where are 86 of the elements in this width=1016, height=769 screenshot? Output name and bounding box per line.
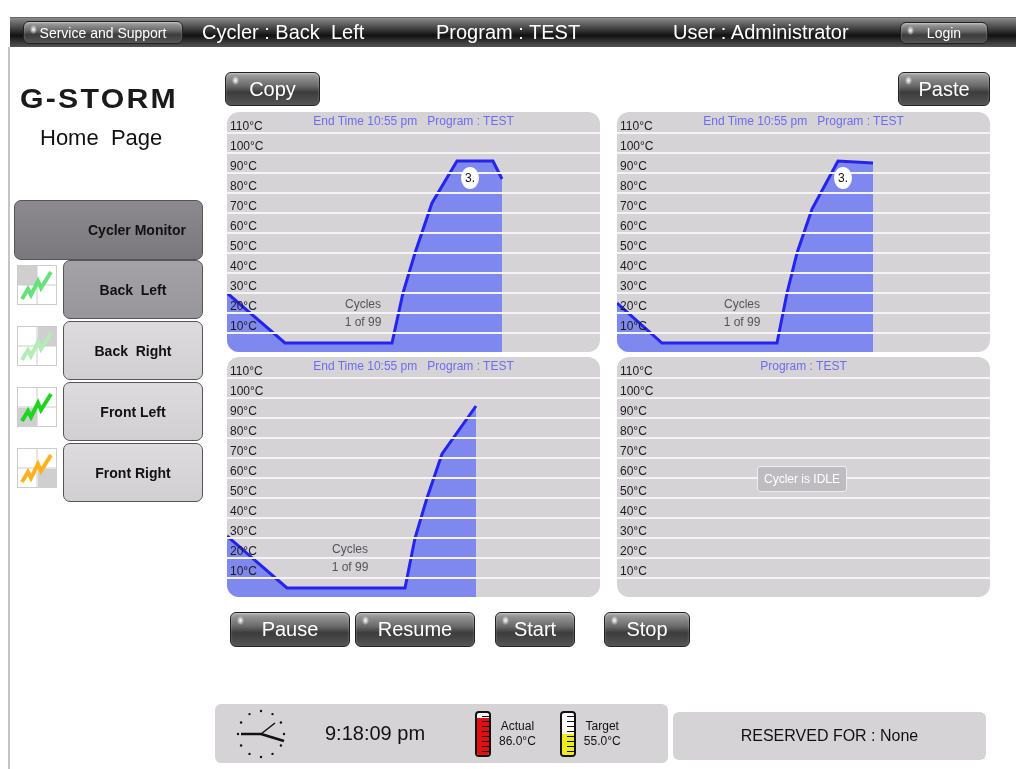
axis-label: 100°C [230,384,264,398]
axis-label: 60°C [620,219,647,233]
axis-label: 10°C [230,564,257,578]
thermometer-label: Actual [500,718,535,734]
thermometer-scale [482,715,489,755]
axis-label: 70°C [230,199,257,213]
axis-label: 20°C [620,299,647,313]
cycles-label: Cycles [332,542,368,556]
axis-label: 50°C [620,484,647,498]
axis-label: 80°C [230,179,257,193]
temperature-reading: 55.0°C [583,733,621,749]
paste-button[interactable]: Paste [898,72,990,106]
control-button[interactable]: Start [495,612,575,647]
cycler-button[interactable]: Front Right [63,443,203,502]
axis-label: 30°C [230,279,257,293]
chart-title: End Time 10:55 pm Program : TEST [313,114,514,128]
axis-label: 20°C [230,299,257,313]
cycler-monitor-button[interactable]: Cycler Monitor [14,200,203,260]
axis-label: 80°C [620,179,647,193]
axis-label: 90°C [230,159,257,173]
axis-label: 90°C [620,404,647,418]
clock-icon [235,707,287,760]
axis-label: 110°C [620,119,653,133]
status-badge: Cycler is IDLE [757,466,847,492]
axis-label: 60°C [620,464,647,478]
logo: G-STORM [20,83,178,115]
axis-label: 40°C [620,259,647,273]
axis-label: 60°C [230,219,257,233]
axis-label: 50°C [620,239,647,253]
cycles-label: Cycles [724,297,760,311]
axis-label: 40°C [620,504,647,518]
cycles-count: 1 of 99 [331,560,369,574]
axis-label: 70°C [230,444,257,458]
control-button[interactable]: Resume [355,612,475,647]
trace-chart-icon [17,387,57,427]
axis-label: 30°C [620,279,647,293]
axis-label: 110°C [230,119,263,133]
login-button[interactable]: Login [900,21,988,44]
axis-label: 30°C [620,524,647,538]
thermometer-scale [566,715,574,755]
copy-button[interactable]: Copy [225,72,320,106]
program-label: Program : TEST [436,21,582,44]
axis-label: 80°C [620,424,647,438]
cycler-label: Cycler : Back Left [202,21,366,44]
cycles-label: Cycles [345,297,381,311]
cycles-count: 1 of 99 [723,315,761,329]
axis-label: 30°C [230,524,257,538]
user-label: User : Administrator [673,21,850,44]
axis-label: 40°C [230,259,257,273]
chart-title: End Time 10:55 pm Program : TEST [313,359,514,373]
axis-label: 100°C [230,139,264,153]
control-button[interactable]: Stop [604,612,690,647]
axis-label: 50°C [230,239,257,253]
trace-chart-icon [17,448,57,488]
axis-label: 80°C [230,424,257,438]
axis-label: 20°C [620,544,647,558]
trace-chart-icon [17,265,57,305]
axis-label: 10°C [620,319,647,333]
axis-label: 90°C [230,404,257,418]
reserved-for-panel: RESERVED FOR : None [673,712,986,760]
cycler-button[interactable]: Back Left [63,260,203,319]
axis-label: 10°C [620,564,647,578]
axis-label: 60°C [230,464,257,478]
axis-label: 10°C [230,319,257,333]
clock-time: 9:18:09 pm [325,722,427,745]
chart-title: End Time 10:55 pm Program : TEST [703,114,904,128]
chart-title: Program : TEST [760,359,847,373]
cycler-button[interactable]: Front Left [63,382,203,441]
page-title: Home Page [40,125,164,151]
axis-label: 40°C [230,504,257,518]
axis-label: 70°C [620,199,647,213]
cycler-button[interactable]: Back Right [63,321,203,380]
cycles-count: 1 of 99 [344,315,382,329]
axis-label: 70°C [620,444,647,458]
trace-chart-icon [17,326,57,366]
thermometer-label: Target [585,718,619,734]
service-support-button[interactable]: Service and Support [23,21,183,44]
temperature-reading: 86.0°C [499,733,536,749]
axis-label: 110°C [620,364,653,378]
axis-label: 110°C [230,364,263,378]
axis-label: 90°C [620,159,647,173]
axis-label: 20°C [230,544,257,558]
control-button[interactable]: Pause [230,612,350,647]
axis-label: 100°C [620,139,654,153]
axis-label: 50°C [230,484,257,498]
axis-label: 100°C [620,384,654,398]
